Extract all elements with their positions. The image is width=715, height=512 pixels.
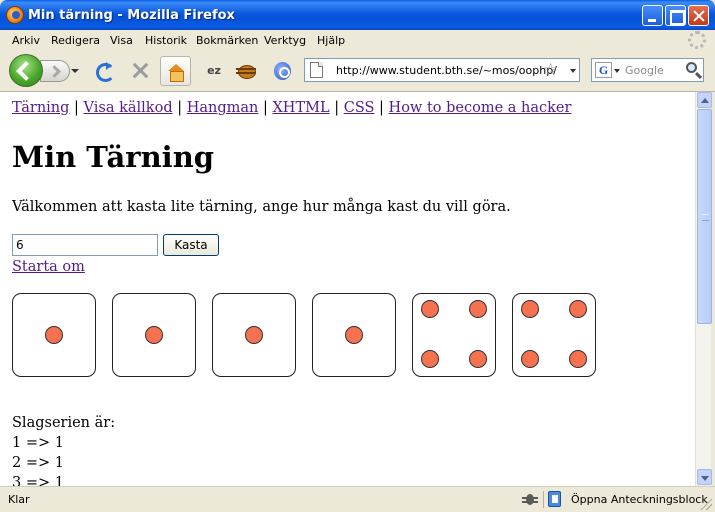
status-divider — [543, 491, 544, 508]
die-face — [412, 293, 496, 377]
scrollbar-thumb[interactable] — [697, 109, 712, 324]
die-pip-icon — [469, 350, 487, 368]
history-dropdown-icon[interactable] — [71, 69, 79, 73]
nav-link-visa-kallkod[interactable]: Visa källkod — [84, 100, 173, 116]
firebug-status-icon[interactable] — [521, 491, 539, 507]
minimize-button[interactable] — [642, 5, 663, 26]
throw-count-input[interactable] — [12, 234, 158, 256]
status-text: Klar — [8, 493, 30, 506]
nav-link-hacker[interactable]: How to become a hacker — [389, 100, 572, 116]
scroll-up-icon[interactable] — [697, 92, 712, 108]
die-face — [12, 293, 96, 377]
restart-link[interactable]: Starta om — [12, 259, 85, 275]
page-title: Min Tärning — [12, 140, 215, 174]
page-icon — [310, 62, 323, 78]
menu-historik[interactable]: Historik — [145, 34, 187, 47]
die-pip-icon — [421, 350, 439, 368]
menu-hjalp[interactable]: Hjälp — [317, 34, 345, 47]
nav-separator: | — [177, 100, 183, 116]
page-nav: Tärning | Visa källkod | Hangman | XHTML… — [12, 100, 571, 116]
back-button[interactable] — [9, 54, 43, 87]
web-developer-icon[interactable] — [271, 60, 295, 82]
nav-link-tarning[interactable]: Tärning — [12, 100, 69, 116]
firefox-logo-icon — [6, 6, 24, 24]
series-row: 2 => 1 — [12, 455, 64, 471]
url-dropdown-icon[interactable] — [570, 69, 576, 73]
bookmark-star-icon[interactable]: ☆ — [543, 60, 558, 80]
die-pip-icon — [45, 326, 63, 344]
status-bar: Klar Öppna Anteckningsblock — [0, 486, 715, 512]
menu-arkiv[interactable]: Arkiv — [12, 34, 40, 47]
maximize-button[interactable] — [665, 5, 686, 26]
series-label: Slagserien är: — [12, 415, 116, 431]
google-engine-icon[interactable]: G — [595, 62, 612, 78]
die-face — [312, 293, 396, 377]
die-pip-icon — [469, 300, 487, 318]
menu-bar: Arkiv Redigera Visa Historik Bokmärken V… — [0, 30, 715, 50]
die-pip-icon — [521, 350, 539, 368]
menu-verktyg[interactable]: Verktyg — [264, 34, 306, 47]
resize-grip-icon[interactable] — [700, 498, 712, 510]
page-content: Tärning | Visa källkod | Hangman | XHTML… — [0, 92, 695, 486]
throw-button[interactable]: Kasta — [163, 234, 219, 256]
die-pip-icon — [569, 350, 587, 368]
nav-separator: | — [379, 100, 384, 116]
home-button[interactable] — [160, 56, 191, 86]
die-pip-icon — [145, 326, 163, 344]
die-face — [112, 293, 196, 377]
nav-separator: | — [262, 100, 268, 116]
firebug-icon[interactable] — [234, 60, 258, 82]
notebook-icon[interactable] — [548, 491, 561, 507]
url-text[interactable]: http://www.student.bth.se/~mos/oophp/ — [336, 64, 557, 77]
search-icon[interactable] — [686, 62, 697, 73]
die-pip-icon — [521, 300, 539, 318]
close-button[interactable] — [688, 5, 709, 26]
die-pip-icon — [345, 326, 363, 344]
die-pip-icon — [245, 326, 263, 344]
nav-link-xhtml[interactable]: XHTML — [272, 100, 329, 116]
menu-redigera[interactable]: Redigera — [51, 34, 100, 47]
reload-icon[interactable] — [92, 60, 116, 82]
menu-bokmarken[interactable]: Bokmärken — [196, 34, 258, 47]
extension-ez-icon[interactable]: ez — [202, 60, 226, 82]
die-pip-icon — [421, 300, 439, 318]
die-face — [212, 293, 296, 377]
throbber-icon — [688, 31, 706, 49]
scrollbar-grip-icon — [702, 214, 709, 221]
menu-visa[interactable]: Visa — [110, 34, 133, 47]
nav-separator: | — [74, 100, 79, 116]
scroll-down-icon[interactable] — [697, 469, 712, 485]
die-pip-icon — [569, 300, 587, 318]
forward-button[interactable] — [40, 60, 70, 82]
search-placeholder[interactable]: Google — [625, 64, 664, 77]
url-bar[interactable]: http://www.student.bth.se/~mos/oophp/ ☆ — [304, 58, 580, 82]
die-face — [512, 293, 596, 377]
intro-text: Välkommen att kasta lite tärning, ange h… — [12, 199, 511, 215]
vertical-scrollbar[interactable] — [695, 92, 712, 486]
window-title: Min tärning - Mozilla Firefox — [28, 8, 235, 23]
nav-link-hangman[interactable]: Hangman — [187, 100, 259, 116]
search-bar[interactable]: G Google — [591, 58, 704, 82]
engine-dropdown-icon[interactable] — [614, 69, 620, 73]
series-row: 3 => 1 — [12, 475, 64, 486]
title-bar: Min tärning - Mozilla Firefox — [0, 0, 715, 30]
stop-icon[interactable] — [128, 60, 152, 82]
notebook-label[interactable]: Öppna Anteckningsblock — [571, 493, 708, 506]
nav-separator: | — [334, 100, 340, 116]
nav-link-css[interactable]: CSS — [344, 100, 375, 116]
series-row: 1 => 1 — [12, 435, 64, 451]
